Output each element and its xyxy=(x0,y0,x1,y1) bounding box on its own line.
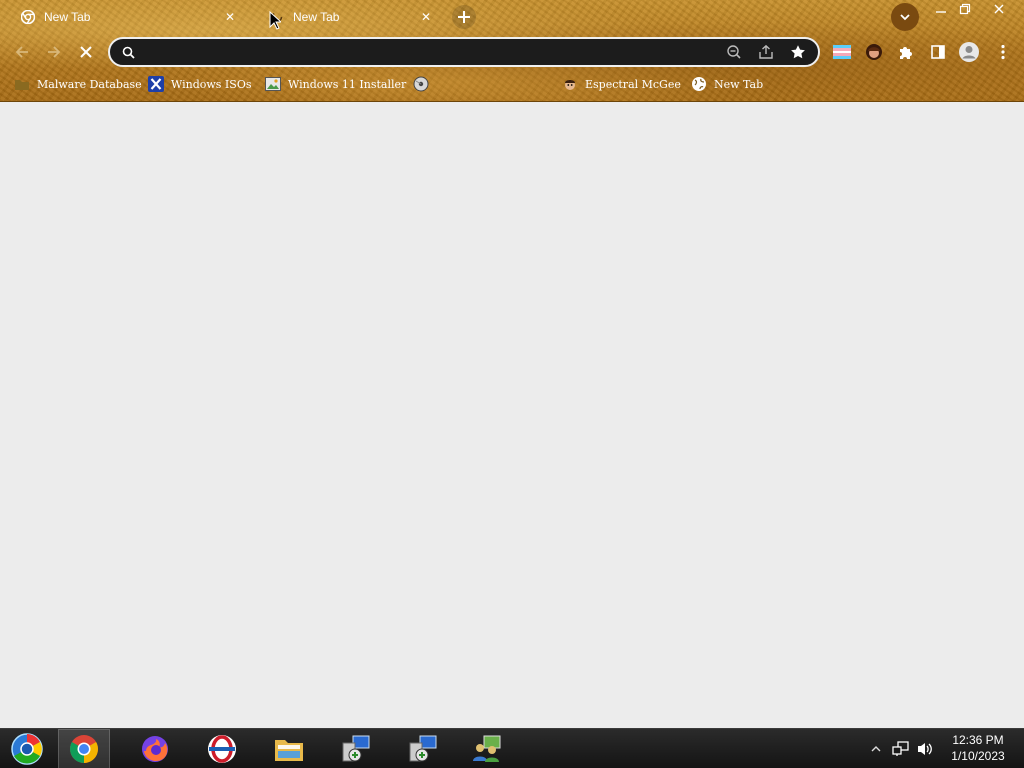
bookmark-windows-isos[interactable]: Windows ISOs xyxy=(148,74,251,94)
chevron-up-icon xyxy=(871,746,881,752)
bookmarks-bar: Malware Database Windows ISOs Windows 11… xyxy=(0,74,1024,94)
bookmark-star-button[interactable] xyxy=(786,40,810,64)
more-vert-icon xyxy=(1001,44,1005,60)
taskbar-installer-1[interactable] xyxy=(329,729,381,768)
zoom-button[interactable] xyxy=(722,40,746,64)
menu-button[interactable] xyxy=(991,40,1015,64)
restore-icon xyxy=(959,3,971,15)
tab-new-tab-active[interactable]: New Tab ✕ xyxy=(8,4,244,30)
stop-button[interactable] xyxy=(74,40,98,64)
bookmark-folder-icon xyxy=(14,76,30,92)
taskbar-installer-2[interactable] xyxy=(396,729,448,768)
taskbar-file-explorer[interactable] xyxy=(263,729,315,768)
extension-flag-button[interactable] xyxy=(830,40,854,64)
character-icon xyxy=(562,76,578,92)
page-content xyxy=(0,103,1024,727)
bookmark-malware-database[interactable]: Malware Database xyxy=(14,74,142,94)
close-window-button[interactable] xyxy=(984,0,1014,18)
share-button[interactable] xyxy=(754,40,778,64)
network-tray-button[interactable] xyxy=(890,729,912,768)
taskbar-chrome[interactable] xyxy=(58,729,110,768)
side-panel-icon xyxy=(931,45,945,59)
disc-icon xyxy=(413,76,429,92)
close-icon xyxy=(994,4,1004,14)
close-icon xyxy=(80,46,92,58)
taskbar-opera[interactable] xyxy=(196,729,248,768)
back-button[interactable] xyxy=(10,40,34,64)
opera-icon xyxy=(208,735,236,763)
face-icon xyxy=(866,44,882,60)
bookmark-label: New Tab xyxy=(714,77,764,91)
forward-button[interactable] xyxy=(42,40,66,64)
browser-chrome: New Tab ✕ New Tab ✕ Malware Database Win… xyxy=(0,0,1024,102)
tab-title: New Tab xyxy=(44,10,91,24)
restore-button[interactable] xyxy=(952,0,978,18)
extensions-button[interactable] xyxy=(894,40,918,64)
image-icon xyxy=(265,76,281,92)
tab-new-tab-loading[interactable]: New Tab ✕ xyxy=(262,4,440,30)
flag-icon xyxy=(833,45,851,59)
taskbar: 12:36 PM 1/10/2023 xyxy=(0,728,1024,768)
avatar-icon xyxy=(959,42,979,62)
show-hidden-icons-button[interactable] xyxy=(868,729,884,768)
chrome-logo-icon xyxy=(70,735,98,763)
close-icon[interactable]: ✕ xyxy=(222,9,238,25)
bookmark-label: Espectral McGee xyxy=(585,77,681,91)
globe-icon xyxy=(691,76,707,92)
installer-icon xyxy=(342,735,370,762)
side-panel-button[interactable] xyxy=(926,40,950,64)
x-logo-icon xyxy=(148,76,164,92)
bookmark-label: Windows 11 Installer xyxy=(288,77,407,91)
clock-time: 12:36 PM xyxy=(952,733,1004,747)
firefox-icon xyxy=(142,736,168,762)
taskbar-firefox[interactable] xyxy=(129,729,181,768)
start-button[interactable] xyxy=(0,729,54,768)
address-bar[interactable] xyxy=(108,37,820,67)
puzzle-icon xyxy=(900,47,912,59)
system-clock[interactable]: 12:36 PM 1/10/2023 xyxy=(940,732,1016,766)
bookmark-label: Malware Database xyxy=(37,77,142,91)
star-icon xyxy=(791,45,805,59)
chevron-down-icon xyxy=(900,14,910,21)
bookmark-new-tab[interactable]: New Tab xyxy=(691,74,763,94)
volume-tray-button[interactable] xyxy=(914,729,936,768)
tab-title: New Tab xyxy=(293,10,340,24)
share-icon xyxy=(759,44,773,59)
address-input[interactable] xyxy=(144,41,722,63)
profile-button[interactable] xyxy=(957,40,981,64)
close-icon[interactable]: ✕ xyxy=(418,9,434,25)
volume-icon xyxy=(918,743,932,755)
extension-avatar-button[interactable] xyxy=(862,40,886,64)
search-icon xyxy=(120,44,136,60)
minimize-icon xyxy=(936,11,946,13)
tab-search-button[interactable] xyxy=(891,3,919,31)
bookmark-disc[interactable] xyxy=(413,74,436,94)
zoom-out-icon xyxy=(727,45,741,59)
plus-icon xyxy=(458,11,470,23)
taskbar-network-app[interactable] xyxy=(461,729,513,768)
arrow-right-icon xyxy=(48,46,61,58)
folder-icon xyxy=(275,740,303,761)
bookmark-windows-11-installer[interactable]: Windows 11 Installer xyxy=(265,74,406,94)
clock-date: 1/10/2023 xyxy=(951,749,1005,763)
minimize-button[interactable] xyxy=(928,0,954,18)
installer-icon xyxy=(409,735,437,762)
bookmark-label: Windows ISOs xyxy=(171,77,252,91)
network-icon xyxy=(892,741,909,756)
bookmark-espectral-mcgee[interactable]: Espectral McGee xyxy=(562,74,681,94)
start-orb-icon xyxy=(11,733,43,765)
network-users-icon xyxy=(473,735,501,762)
new-tab-button[interactable] xyxy=(452,5,476,29)
arrow-left-icon xyxy=(15,46,28,58)
mouse-cursor-icon xyxy=(269,11,281,30)
chrome-icon xyxy=(21,10,35,24)
